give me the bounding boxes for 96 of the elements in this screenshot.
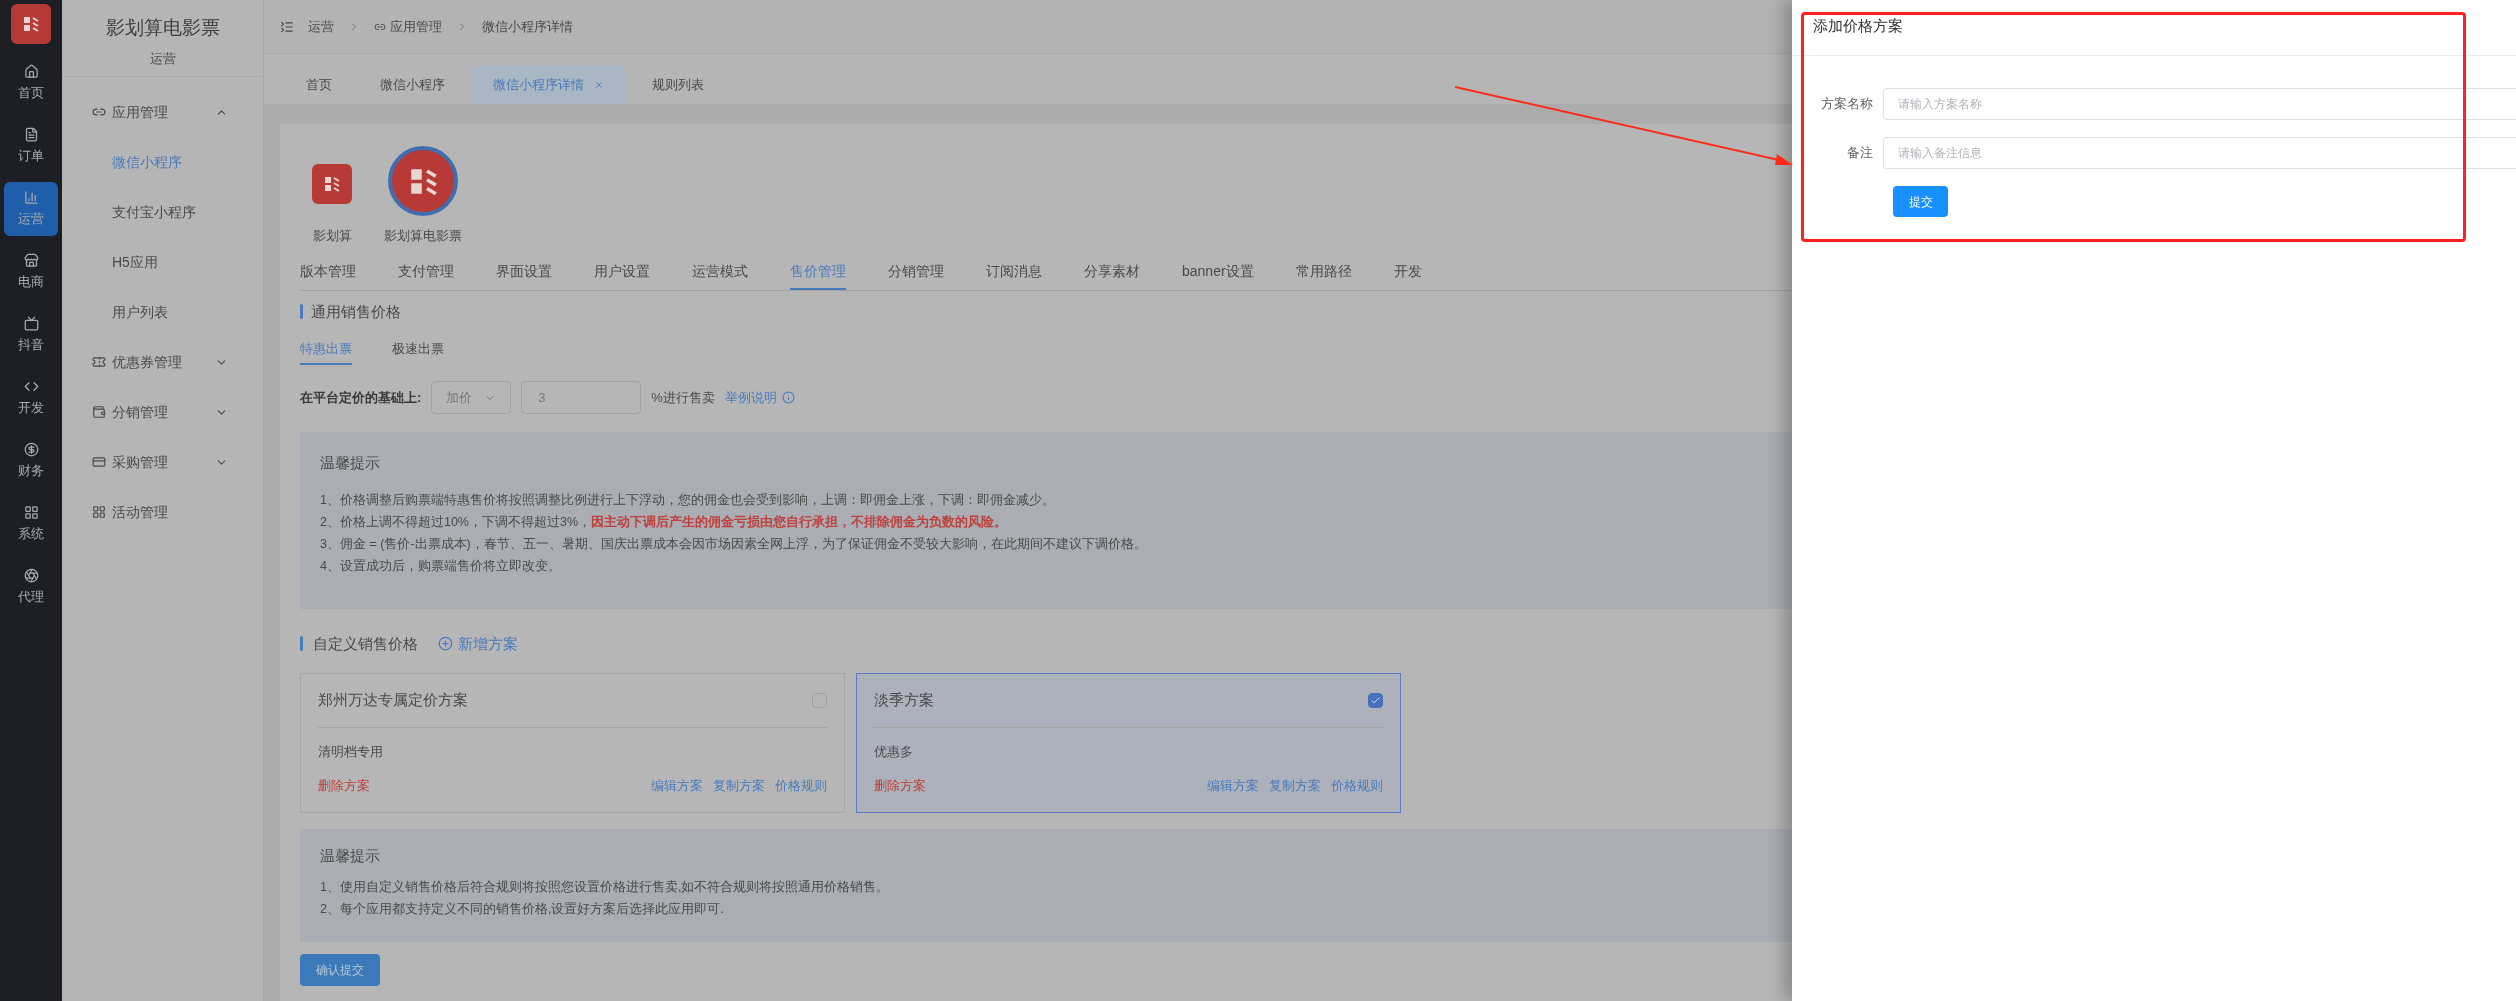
menu-label: 应用管理 <box>112 102 169 122</box>
text-input[interactable]: 请输入备注信息 <box>1883 137 2516 169</box>
menu-label: 活动管理 <box>112 502 169 522</box>
rail-item[interactable]: 开发 <box>4 371 58 425</box>
plan-checkbox[interactable] <box>1368 693 1383 708</box>
menu-item[interactable]: 优惠券管理 <box>62 337 263 387</box>
tip-line: 1、价格调整后购票端特惠售价将按照调整比例进行上下浮动，您的佣金也会受到影响，上调：即佣金上涨，下调：即佣金减少。 <box>320 491 1056 509</box>
menu-item[interactable]: 活动管理 <box>62 487 263 537</box>
close-icon[interactable] <box>594 80 604 90</box>
plan-note: 清明档专用 <box>318 743 384 761</box>
submenu-item[interactable]: 用户列表 <box>62 287 263 337</box>
rail-icon <box>23 315 39 331</box>
mode-tab[interactable]: 极速出票 <box>392 335 444 365</box>
rail-item[interactable]: 电商 <box>4 245 58 299</box>
page-tab[interactable]: 规则列表 <box>630 66 726 104</box>
rail-item[interactable]: 运营 <box>4 182 58 236</box>
detail-tab[interactable]: 订阅消息 <box>986 255 1042 290</box>
menu-item[interactable]: 应用管理 <box>62 87 263 137</box>
drawer-title: 添加价格方案 <box>1813 17 1903 34</box>
detail-tab[interactable]: 界面设置 <box>496 255 552 290</box>
section-title: 自定义销售价格 <box>313 633 418 654</box>
app-card[interactable]: 影划算 <box>300 152 364 246</box>
rail-icon <box>23 441 39 457</box>
menu-label: 采购管理 <box>112 452 169 472</box>
plan-name: 郑州万达专属定价方案 <box>318 690 468 711</box>
detail-tab[interactable]: 运营模式 <box>692 255 748 290</box>
delete-plan-link[interactable]: 删除方案 <box>318 775 370 795</box>
app-logo <box>11 4 51 44</box>
plan-note: 优惠多 <box>874 743 914 761</box>
rail-item[interactable]: 抖音 <box>4 308 58 362</box>
submit-button[interactable]: 提交 <box>1893 186 1948 217</box>
submenu-item[interactable]: H5应用 <box>62 237 263 287</box>
rail-icon <box>23 252 39 268</box>
rail-icon <box>23 126 39 142</box>
confirm-button[interactable]: 确认提交 <box>300 953 380 986</box>
submenu-item[interactable]: 支付宝小程序 <box>62 187 263 237</box>
plan-name: 淡季方案 <box>874 690 934 711</box>
menu-label: 优惠券管理 <box>112 352 183 372</box>
app-name: 影划算 <box>312 227 352 245</box>
menu-icon <box>92 105 106 119</box>
detail-tab[interactable]: 常用路径 <box>1295 255 1352 290</box>
rail-item[interactable]: 首页 <box>4 56 58 110</box>
section-marker <box>300 304 303 320</box>
menu-item[interactable]: 分销管理 <box>62 387 263 437</box>
section-marker <box>300 636 303 652</box>
menu-item[interactable]: 采购管理 <box>62 437 263 487</box>
tip-line: 1、使用自定义销售价格后符合规则将按照您设置价格进行售卖,如不符合规则将按照通用价格销售。 <box>320 878 891 896</box>
basis-label: 在平台定价的基础上: <box>300 388 422 407</box>
rail-item[interactable]: 订单 <box>4 119 58 173</box>
suffix-text: %进行售卖 <box>651 388 715 407</box>
menu-icon <box>92 355 106 369</box>
detail-tab[interactable]: 分销管理 <box>888 255 944 290</box>
adjust-select[interactable]: 加价 <box>431 381 512 414</box>
detail-tab[interactable]: 版本管理 <box>300 255 356 290</box>
rail-item[interactable]: 财务 <box>4 434 58 488</box>
sidebar-title: 影划算电影票 <box>105 16 220 40</box>
tips-title: 温馨提示 <box>320 453 381 473</box>
detail-tab[interactable]: 开发 <box>1393 255 1422 290</box>
app-card[interactable]: 影划算电影票 <box>384 146 462 246</box>
rail-item[interactable]: 系统 <box>4 497 58 551</box>
tips-title: 温馨提示 <box>320 846 381 866</box>
detail-tab[interactable]: banner设置 <box>1182 255 1254 290</box>
app-name: 影划算电影票 <box>384 227 462 245</box>
field-label: 备注 <box>1846 144 1874 163</box>
plan-card[interactable]: 淡季方案 优惠多 删除方案 编辑方案 复制方案 价格规则 <box>856 673 1401 813</box>
text-input[interactable]: 请输入方案名称 <box>1883 88 2516 120</box>
collapse-menu-icon[interactable] <box>280 19 294 34</box>
rail-icon <box>23 504 39 520</box>
menu-icon <box>92 455 106 469</box>
detail-tab[interactable]: 支付管理 <box>398 255 454 290</box>
tip-line: 2、每个应用都支持定义不同的销售价格,设置好方案后选择此应用即可. <box>320 900 725 918</box>
rail-icon <box>23 63 39 79</box>
menu-icon <box>92 405 106 419</box>
rail-icon <box>23 567 39 583</box>
breadcrumb-item[interactable]: 运营 <box>308 16 334 37</box>
breadcrumb-item[interactable]: 应用管理 <box>374 16 442 37</box>
detail-tab[interactable]: 用户设置 <box>594 255 650 290</box>
breadcrumb-item[interactable]: 微信小程序详情 <box>482 16 573 37</box>
menu-icon <box>92 505 106 519</box>
check-icon <box>1370 695 1381 706</box>
app-logo <box>312 164 352 204</box>
section-title: 通用销售价格 <box>311 301 401 322</box>
plus-circle-icon <box>438 636 453 652</box>
rail-icon <box>23 189 39 205</box>
plan-card[interactable]: 郑州万达专属定价方案 清明档专用 删除方案 编辑方案 复制方案 价格规则 <box>300 673 845 813</box>
field-label: 方案名称 <box>1820 95 1874 114</box>
page-tab[interactable]: 微信小程序 <box>358 66 467 104</box>
menu-label: 分销管理 <box>112 402 169 422</box>
tip-line: 4、设置成功后，购票端售价将立即改变。 <box>320 557 562 575</box>
page-tab[interactable]: 首页 <box>284 66 354 104</box>
tip-line: 2、价格上调不得超过10%，下调不得超过3%，因主动下调后产生的佣金亏损由您自行承担，不排除佣金为负数的风险。 <box>320 513 1009 531</box>
sidebar-subtitle: 运营 <box>149 49 176 68</box>
delete-plan-link[interactable]: 删除方案 <box>874 775 926 795</box>
info-icon <box>781 391 795 404</box>
detail-tab[interactable]: 分享素材 <box>1084 255 1140 290</box>
rail-item[interactable]: 代理 <box>4 560 58 614</box>
